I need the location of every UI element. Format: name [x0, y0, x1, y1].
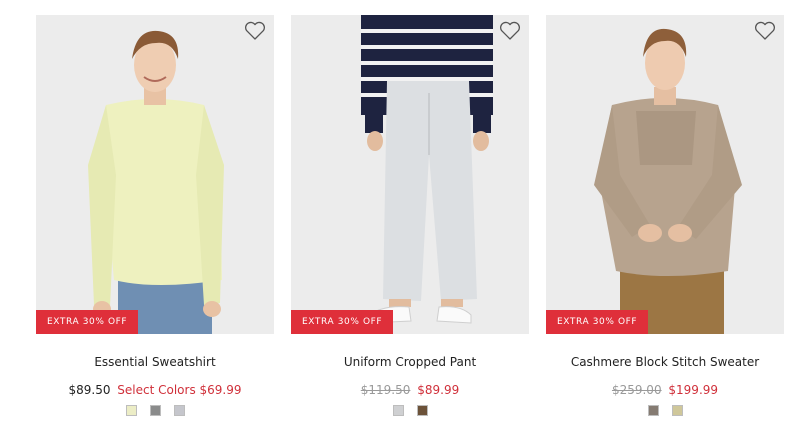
color-swatches	[546, 405, 784, 416]
price-row: $259.00 $199.99	[546, 383, 784, 397]
color-swatch[interactable]	[647, 405, 659, 416]
product-image[interactable]: EXTRA 30% OFF	[291, 15, 529, 334]
color-swatch[interactable]	[173, 405, 185, 416]
price-sale: $199.99	[668, 383, 719, 397]
price-current: $89.50	[68, 383, 111, 397]
heart-outline-icon	[245, 21, 265, 40]
product-card[interactable]: EXTRA 30% OFF Cashmere Block Stitch Swea…	[546, 15, 784, 416]
price-sale: $89.99	[417, 383, 460, 397]
color-swatches	[36, 405, 274, 416]
color-swatch[interactable]	[392, 405, 404, 416]
color-swatch[interactable]	[671, 405, 683, 416]
product-photo-cropped-pant	[291, 15, 529, 334]
color-swatch[interactable]	[149, 405, 161, 416]
product-name[interactable]: Essential Sweatshirt	[36, 355, 274, 369]
promo-badge: EXTRA 30% OFF	[291, 310, 394, 334]
product-card[interactable]: EXTRA 30% OFF Essential Sweatshirt $89.5…	[36, 15, 274, 416]
color-swatch[interactable]	[125, 405, 137, 416]
promo-badge: EXTRA 30% OFF	[546, 310, 649, 334]
product-card[interactable]: EXTRA 30% OFF Uniform Cropped Pant $119.…	[291, 15, 529, 416]
product-grid: EXTRA 30% OFF Essential Sweatshirt $89.5…	[0, 0, 800, 438]
heart-outline-icon	[500, 21, 520, 40]
color-swatch[interactable]	[416, 405, 428, 416]
price-row: $119.50 $89.99	[291, 383, 529, 397]
heart-outline-icon	[755, 21, 775, 40]
product-image[interactable]: EXTRA 30% OFF	[546, 15, 784, 334]
price-sale: Select Colors $69.99	[117, 383, 242, 397]
product-image[interactable]: EXTRA 30% OFF	[36, 15, 274, 334]
product-name[interactable]: Uniform Cropped Pant	[291, 355, 529, 369]
product-photo-cashmere-sweater	[546, 15, 784, 334]
product-name[interactable]: Cashmere Block Stitch Sweater	[546, 355, 784, 369]
product-photo-sweatshirt	[36, 15, 274, 334]
price-original: $259.00	[611, 383, 662, 397]
wishlist-button[interactable]	[754, 21, 776, 41]
price-original: $119.50	[360, 383, 411, 397]
price-row: $89.50 Select Colors $69.99	[36, 383, 274, 397]
wishlist-button[interactable]	[499, 21, 521, 41]
promo-badge: EXTRA 30% OFF	[36, 310, 139, 334]
wishlist-button[interactable]	[244, 21, 266, 41]
color-swatches	[291, 405, 529, 416]
